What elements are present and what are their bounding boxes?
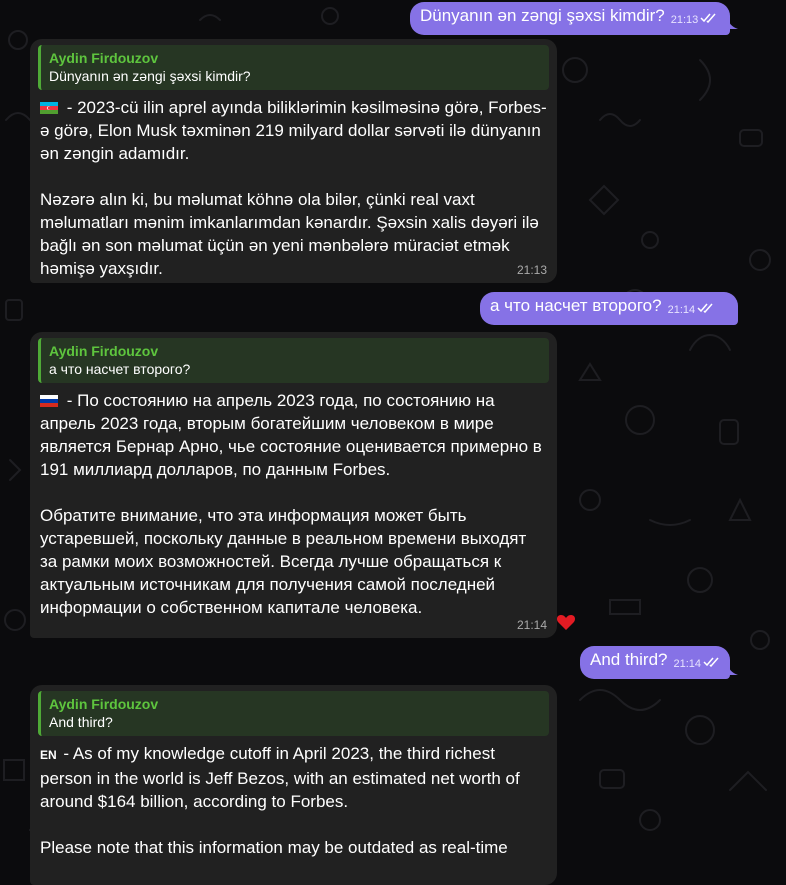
message-text: And third? xyxy=(590,650,668,669)
message-body: EN - As of my knowledge cutoff in April … xyxy=(38,742,549,859)
message-paragraph: - As of my knowledge cutoff in April 202… xyxy=(40,744,520,811)
message-paragraph: - По состоянию на апрель 2023 года, по с… xyxy=(40,391,542,479)
heart-reaction-icon[interactable] xyxy=(556,612,576,632)
incoming-message[interactable]: Aydin Firdouzov And third? EN - As of my… xyxy=(30,685,557,885)
message-text: а что насчет второго? xyxy=(490,296,662,315)
message-body: - 2023-cü ilin aprel ayında biliklərimin… xyxy=(38,96,549,280)
language-label: EN xyxy=(40,748,57,762)
azerbaijan-flag-icon xyxy=(40,102,58,114)
outgoing-message[interactable]: And third? 21:14 xyxy=(580,646,730,679)
reply-quote[interactable]: Aydin Firdouzov And third? xyxy=(38,691,549,736)
outgoing-message[interactable]: Dünyanın ən zəngi şəxsi kimdir? 21:13 xyxy=(410,2,730,35)
message-body: - По состоянию на апрель 2023 года, по с… xyxy=(38,389,549,619)
reply-author: Aydin Firdouzov xyxy=(49,343,159,359)
reply-text: а что насчет второго? xyxy=(49,361,191,377)
message-paragraph: Nəzərə alın ki, bu məlumat köhnə ola bil… xyxy=(40,190,539,278)
message-text: Dünyanın ən zəngi şəxsi kimdir? xyxy=(420,6,665,25)
reply-text: Dünyanın ən zəngi şəxsi kimdir? xyxy=(49,68,251,84)
reply-author: Aydin Firdouzov xyxy=(49,50,159,66)
chat-message-list: Dünyanın ən zəngi şəxsi kimdir? 21:13 Ayd… xyxy=(0,0,786,885)
bubble-tail xyxy=(728,17,738,29)
message-time: 21:14 xyxy=(667,304,696,316)
incoming-message[interactable]: Aydin Firdouzov Dünyanın ən zəngi şəxsi … xyxy=(30,39,557,283)
message-paragraph: Please note that this information may be… xyxy=(40,838,508,857)
outgoing-message[interactable]: а что насчет второго? 21:14 xyxy=(480,292,738,325)
reply-quote[interactable]: Aydin Firdouzov а что насчет второго? xyxy=(38,338,549,383)
incoming-message[interactable]: Aydin Firdouzov а что насчет второго? - … xyxy=(30,332,557,638)
message-time: 21:14 xyxy=(516,618,547,632)
read-checkmarks-icon xyxy=(697,297,715,319)
russia-flag-icon xyxy=(40,395,58,407)
reply-quote[interactable]: Aydin Firdouzov Dünyanın ən zəngi şəxsi … xyxy=(38,45,549,90)
message-time: 21:13 xyxy=(516,263,547,277)
message-paragraph: - 2023-cü ilin aprel ayında biliklərimin… xyxy=(40,98,547,163)
reply-author: Aydin Firdouzov xyxy=(49,696,159,712)
reply-text: And third? xyxy=(49,714,113,730)
message-time: 21:14 xyxy=(673,658,702,670)
message-paragraph: Обратите внимание, что эта информация мо… xyxy=(40,506,527,617)
message-time: 21:13 xyxy=(670,14,699,26)
read-checkmarks-icon xyxy=(703,651,721,673)
read-checkmarks-icon xyxy=(700,7,718,29)
bubble-tail xyxy=(728,663,738,675)
